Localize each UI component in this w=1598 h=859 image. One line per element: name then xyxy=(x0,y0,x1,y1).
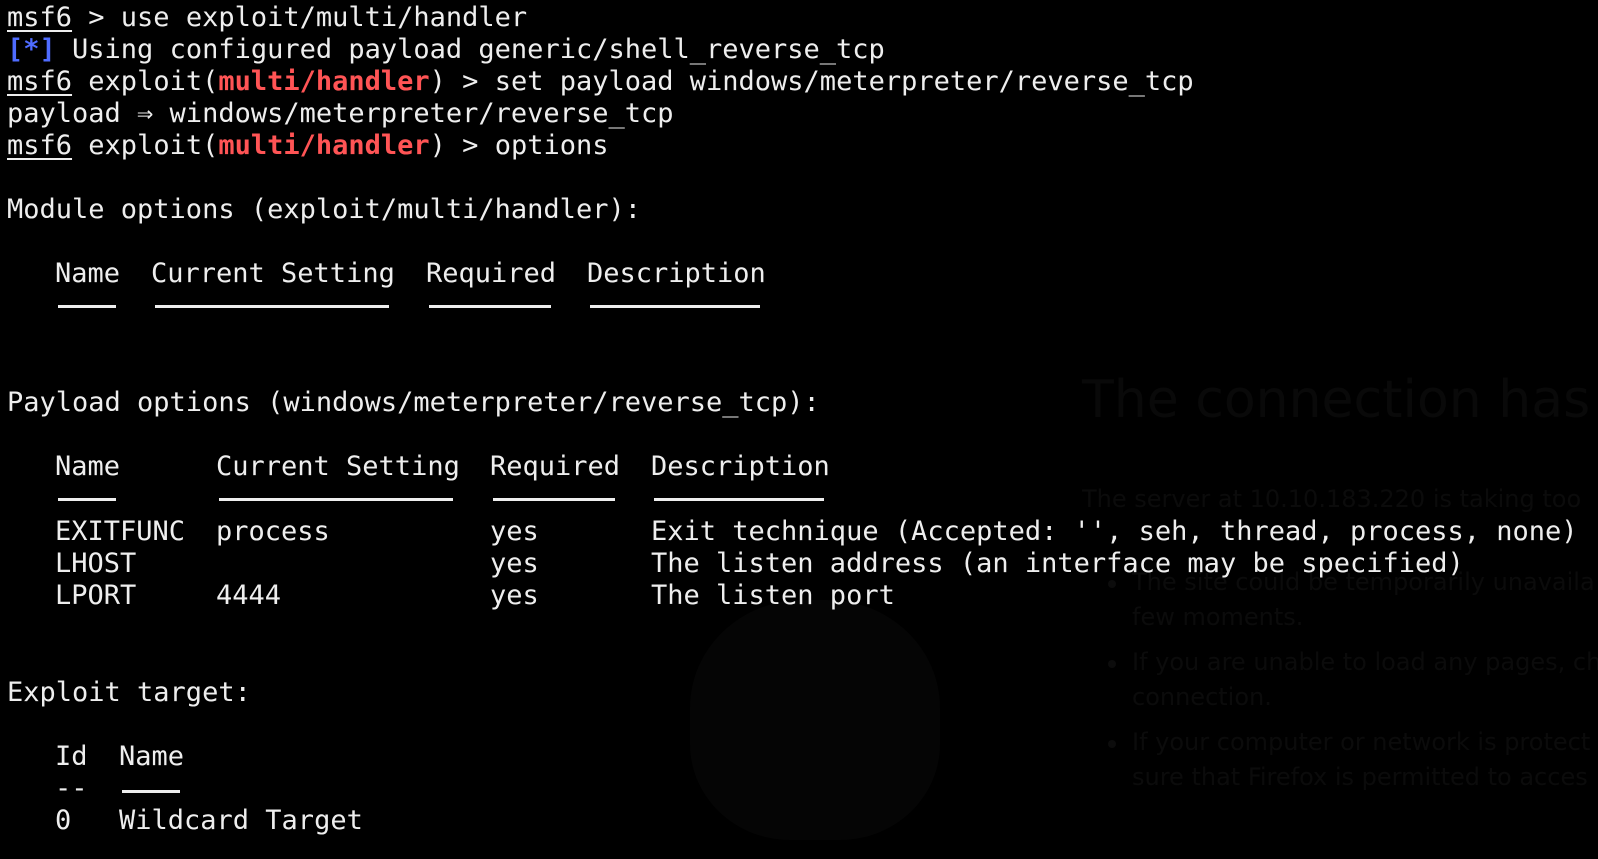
info-tag: [*] xyxy=(7,34,56,65)
column-header: Current Setting xyxy=(151,258,395,289)
payload-options-heading: Payload options (windows/meterpreter/rev… xyxy=(7,387,820,418)
status-text: Using configured payload generic/shell_r… xyxy=(55,34,885,65)
error-item: If your computer or network is protect xyxy=(1132,728,1591,756)
option-required: yes xyxy=(490,516,539,547)
header-underline xyxy=(654,498,824,501)
option-value: process xyxy=(216,516,330,547)
prompt-exploit: exploit( xyxy=(88,130,219,161)
command-line-use: msf6 > use exploit/multi/handler xyxy=(7,2,527,34)
module-options-heading: Module options (exploit/multi/handler): xyxy=(7,194,641,225)
command-line-options: msf6 exploit(multi/handler) > options xyxy=(7,130,609,162)
option-value: 4444 xyxy=(216,580,282,611)
exploit-target-heading: Exploit target: xyxy=(7,677,251,708)
option-name: EXITFUNC xyxy=(55,516,186,547)
option-description: The listen address (an interface may be … xyxy=(651,548,1464,579)
column-header: Name xyxy=(119,741,185,772)
option-description: The listen port xyxy=(651,580,895,611)
prompt-close: ) > xyxy=(429,130,495,161)
error-item: connection. xyxy=(1132,683,1272,711)
error-item: If you are unable to load any pages, ch xyxy=(1132,648,1598,676)
prompt-label: msf6 xyxy=(7,2,73,33)
target-id: 0 xyxy=(55,805,72,836)
header-underline xyxy=(122,790,180,793)
column-header: Name xyxy=(55,451,121,482)
bullet-icon xyxy=(1108,740,1116,748)
option-description: Exit technique (Accepted: '', seh, threa… xyxy=(651,516,1578,547)
prompt-module: multi/handler xyxy=(218,130,430,161)
command-text: options xyxy=(494,130,609,161)
prompt-exploit: exploit( xyxy=(88,66,219,97)
mascot-illustration xyxy=(690,600,940,840)
prompt-label: msf6 xyxy=(7,66,73,97)
bullet-icon xyxy=(1108,580,1116,588)
prompt-label: msf6 xyxy=(7,130,73,161)
column-header: Name xyxy=(55,258,121,289)
command-text: set payload windows/meterpreter/reverse_… xyxy=(494,66,1194,97)
error-item: few moments. xyxy=(1132,603,1304,631)
option-name: LHOST xyxy=(55,548,137,579)
header-underline-id: -- xyxy=(55,773,88,804)
header-underline xyxy=(219,498,453,501)
target-name: Wildcard Target xyxy=(119,805,363,836)
header-underline xyxy=(493,498,615,501)
error-title: The connection has t xyxy=(1082,370,1598,430)
column-header: Current Setting xyxy=(216,451,460,482)
error-subtitle: The server at 10.10.183.220 is taking to… xyxy=(1082,485,1582,513)
prompt-module: multi/handler xyxy=(218,66,430,97)
column-header: Required xyxy=(426,258,557,289)
column-header: Id xyxy=(55,741,88,772)
prompt-close: ) > xyxy=(429,66,495,97)
header-underline xyxy=(58,305,116,308)
bullet-icon xyxy=(1108,660,1116,668)
header-underline xyxy=(429,305,551,308)
payload-echo-line: payload ⇒ windows/meterpreter/reverse_tc… xyxy=(7,98,674,129)
command-text: > use exploit/multi/handler xyxy=(72,2,528,33)
error-item: sure that Firefox is permitted to acces xyxy=(1132,763,1588,791)
option-required: yes xyxy=(490,548,539,579)
column-header: Description xyxy=(587,258,766,289)
command-line-set-payload: msf6 exploit(multi/handler) > set payloa… xyxy=(7,66,1194,98)
option-name: LPORT xyxy=(55,580,137,611)
terminal-window[interactable]: The connection has t The server at 10.10… xyxy=(0,0,1598,859)
option-required: yes xyxy=(490,580,539,611)
header-underline xyxy=(590,305,760,308)
header-underline xyxy=(155,305,389,308)
status-line: [*] Using configured payload generic/she… xyxy=(7,34,885,66)
header-underline xyxy=(58,498,116,501)
column-header: Required xyxy=(490,451,621,482)
column-header: Description xyxy=(651,451,830,482)
